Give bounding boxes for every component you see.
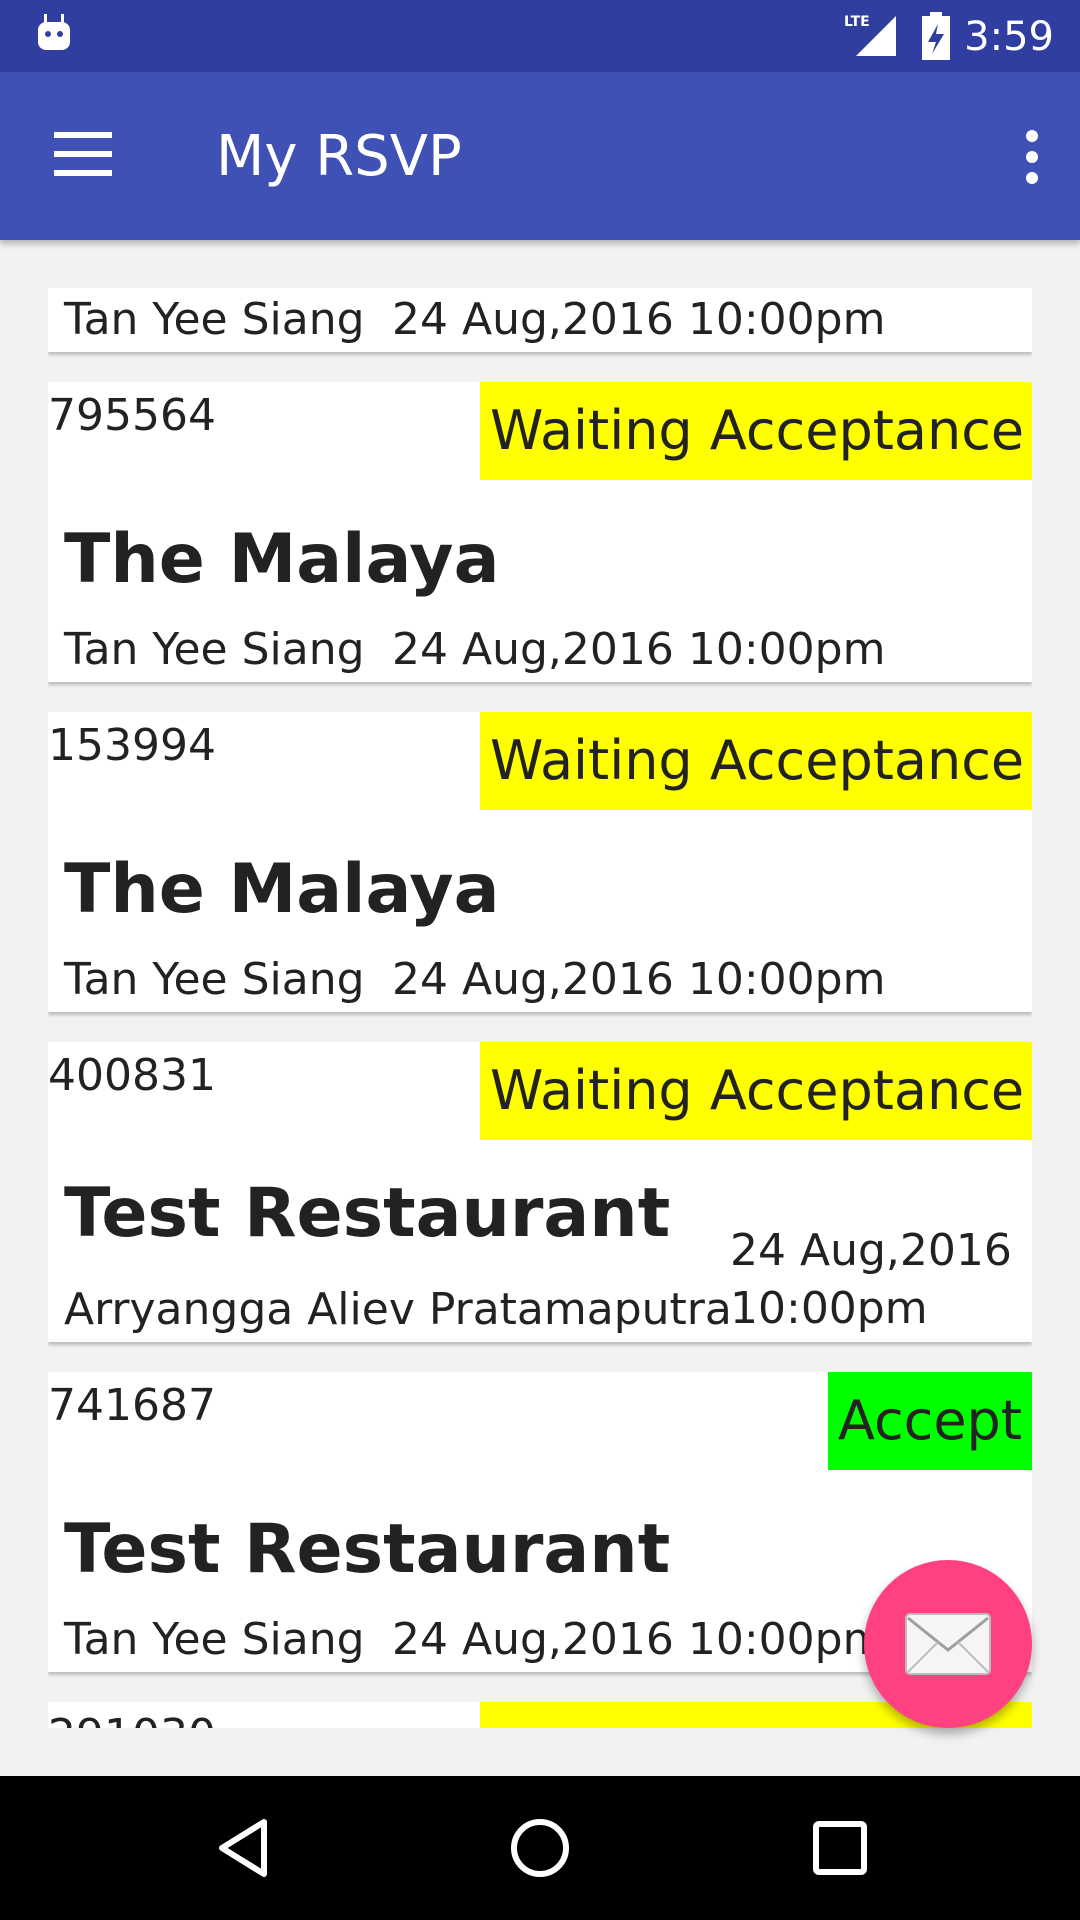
restaurant-name: Test Restaurant bbox=[64, 1510, 671, 1589]
system-nav-bar bbox=[0, 1776, 1080, 1920]
reservation-datetime: 24 Aug,2016 10:00pm bbox=[392, 1614, 886, 1665]
status-badge: Waiting Acceptance bbox=[480, 712, 1032, 810]
rsvp-card[interactable]: Tan Yee Siang 24 Aug,2016 10:00pm bbox=[48, 288, 1032, 352]
status-badge: Accept bbox=[827, 1372, 1032, 1470]
rsvp-card[interactable]: 400831 Waiting Acceptance Test Restauran… bbox=[48, 1042, 1032, 1342]
rsvp-card[interactable]: 291030 bbox=[48, 1702, 1032, 1728]
guest-name: Tan Yee Siang bbox=[64, 624, 365, 675]
home-icon[interactable] bbox=[504, 1812, 576, 1884]
page-title: My RSVP bbox=[216, 124, 462, 189]
guest-name: Arryangga Aliev Pratamaputra bbox=[64, 1284, 732, 1335]
battery-charging-icon bbox=[922, 12, 950, 60]
status-bar: LTE 3:59 bbox=[0, 0, 1080, 72]
android-debug-icon bbox=[38, 14, 70, 50]
restaurant-name: The Malaya bbox=[64, 850, 500, 929]
rsvp-card[interactable]: 153994 Waiting Acceptance The Malaya Tan… bbox=[48, 712, 1032, 1012]
guest-name: Tan Yee Siang bbox=[64, 954, 365, 1005]
booking-id: 291030 bbox=[48, 1710, 216, 1728]
guest-name: Tan Yee Siang bbox=[64, 294, 365, 345]
status-badge: Waiting Acceptance bbox=[480, 1042, 1032, 1140]
reservation-datetime: 24 Aug,2016 10:00pm bbox=[392, 624, 886, 675]
rsvp-card[interactable]: 795564 Waiting Acceptance The Malaya Tan… bbox=[48, 382, 1032, 682]
recents-icon[interactable] bbox=[804, 1812, 876, 1884]
status-badge: Waiting Acceptance bbox=[480, 382, 1032, 480]
booking-id: 400831 bbox=[48, 1050, 216, 1101]
restaurant-name: The Malaya bbox=[64, 520, 500, 599]
guest-name: Tan Yee Siang bbox=[64, 1614, 365, 1665]
lte-signal-icon: LTE bbox=[844, 14, 896, 56]
svg-text:LTE: LTE bbox=[844, 14, 870, 30]
status-time: 3:59 bbox=[964, 14, 1054, 60]
reservation-datetime: 24 Aug,2016 10:00pm bbox=[392, 954, 886, 1005]
envelope-icon bbox=[905, 1613, 991, 1675]
back-icon[interactable] bbox=[208, 1812, 280, 1884]
booking-id: 741687 bbox=[48, 1380, 216, 1431]
booking-id: 795564 bbox=[48, 390, 216, 441]
app-bar: My RSVP bbox=[0, 72, 1080, 240]
restaurant-name: Test Restaurant bbox=[64, 1174, 671, 1253]
reservation-datetime: 24 Aug,2016 10:00pm bbox=[730, 1225, 1012, 1334]
compose-fab-button[interactable] bbox=[864, 1560, 1032, 1728]
booking-id: 153994 bbox=[48, 720, 216, 771]
more-vert-icon[interactable] bbox=[1022, 130, 1042, 186]
reservation-datetime: 24 Aug,2016 10:00pm bbox=[392, 294, 886, 345]
menu-icon[interactable] bbox=[54, 132, 112, 176]
rsvp-list[interactable]: Tan Yee Siang 24 Aug,2016 10:00pm 795564… bbox=[48, 288, 1032, 1728]
